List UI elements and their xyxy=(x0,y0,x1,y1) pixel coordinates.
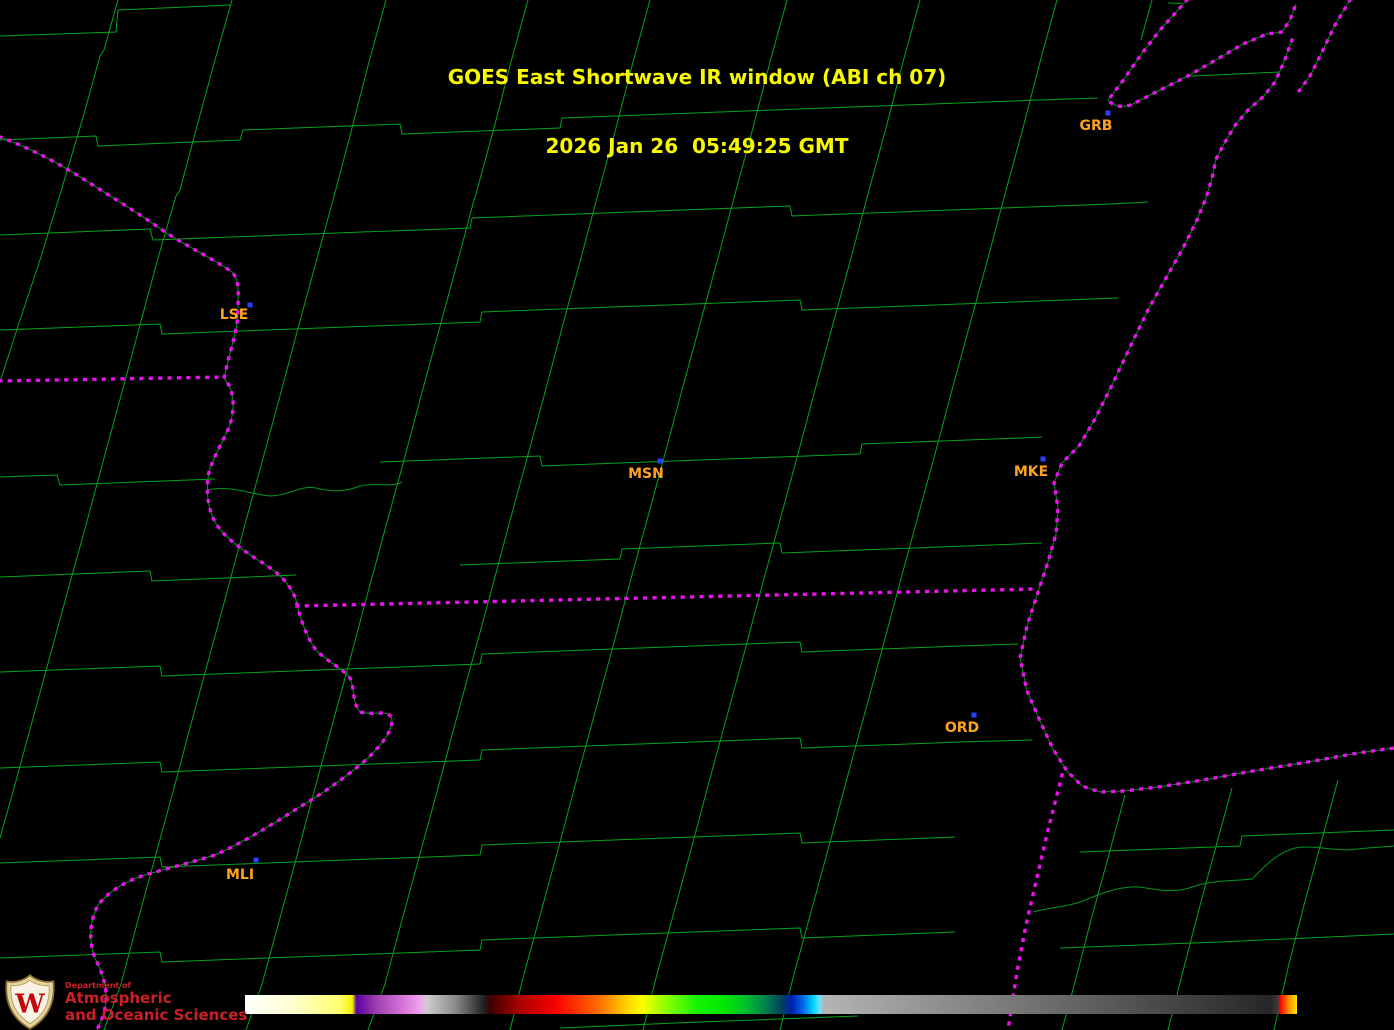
satellite-viewer-screen: GRBLSEMSNMKEORDMLI GOES East Shortwave I… xyxy=(0,0,1394,1030)
county-boundary-line xyxy=(1060,934,1394,948)
county-boundary-line xyxy=(1080,830,1394,852)
county-boundary-line xyxy=(0,928,955,962)
station-label-LSE: LSE xyxy=(220,307,249,323)
logo-line2: and Oceanic Sciences xyxy=(65,1007,247,1024)
river-line xyxy=(0,137,392,1030)
county-boundary-line xyxy=(560,1016,858,1028)
state-border-dotted xyxy=(297,589,1035,606)
river-line xyxy=(207,482,402,496)
station-label-ORD: ORD xyxy=(945,720,979,736)
state-border-dotted xyxy=(1008,775,1062,1030)
county-boundary-line xyxy=(0,298,1118,334)
logo-text: Department of Atmospheric and Oceanic Sc… xyxy=(65,981,247,1024)
station-label-MLI: MLI xyxy=(226,867,254,883)
uw-crest-icon: W xyxy=(4,974,56,1030)
county-boundary-line xyxy=(0,833,955,867)
logo-line1: Atmospheric xyxy=(65,990,247,1007)
station-dot-MLI xyxy=(254,858,259,863)
crest-w-letter: W xyxy=(14,989,45,1019)
state-border-dotted xyxy=(0,137,392,1030)
product-title: GOES East Shortwave IR window (ABI ch 07… xyxy=(0,20,1394,204)
county-boundary-line xyxy=(0,475,215,485)
county-boundary-line xyxy=(1168,788,1232,1030)
station-label-MSN: MSN xyxy=(628,466,664,482)
county-boundary-line xyxy=(1274,780,1338,1030)
county-boundary-line xyxy=(380,437,1042,466)
station-dot-MSN xyxy=(658,459,663,464)
station-dot-ORD xyxy=(972,713,977,718)
product-timestamp: 2026 Jan 26 05:49:25 GMT xyxy=(0,135,1394,158)
product-title-line1: GOES East Shortwave IR window (ABI ch 07… xyxy=(0,66,1394,89)
county-boundary-line xyxy=(460,543,1042,565)
station-label-MKE: MKE xyxy=(1014,464,1048,480)
color-scale-bar xyxy=(245,995,1297,1014)
uw-aos-logo: W Department of Atmospheric and Oceanic … xyxy=(4,974,247,1030)
state-border-dotted xyxy=(0,377,225,381)
county-boundary-line xyxy=(0,571,296,581)
county-boundary-line xyxy=(0,642,1018,676)
station-dot-MKE xyxy=(1041,457,1046,462)
county-boundary-line xyxy=(0,738,1032,772)
